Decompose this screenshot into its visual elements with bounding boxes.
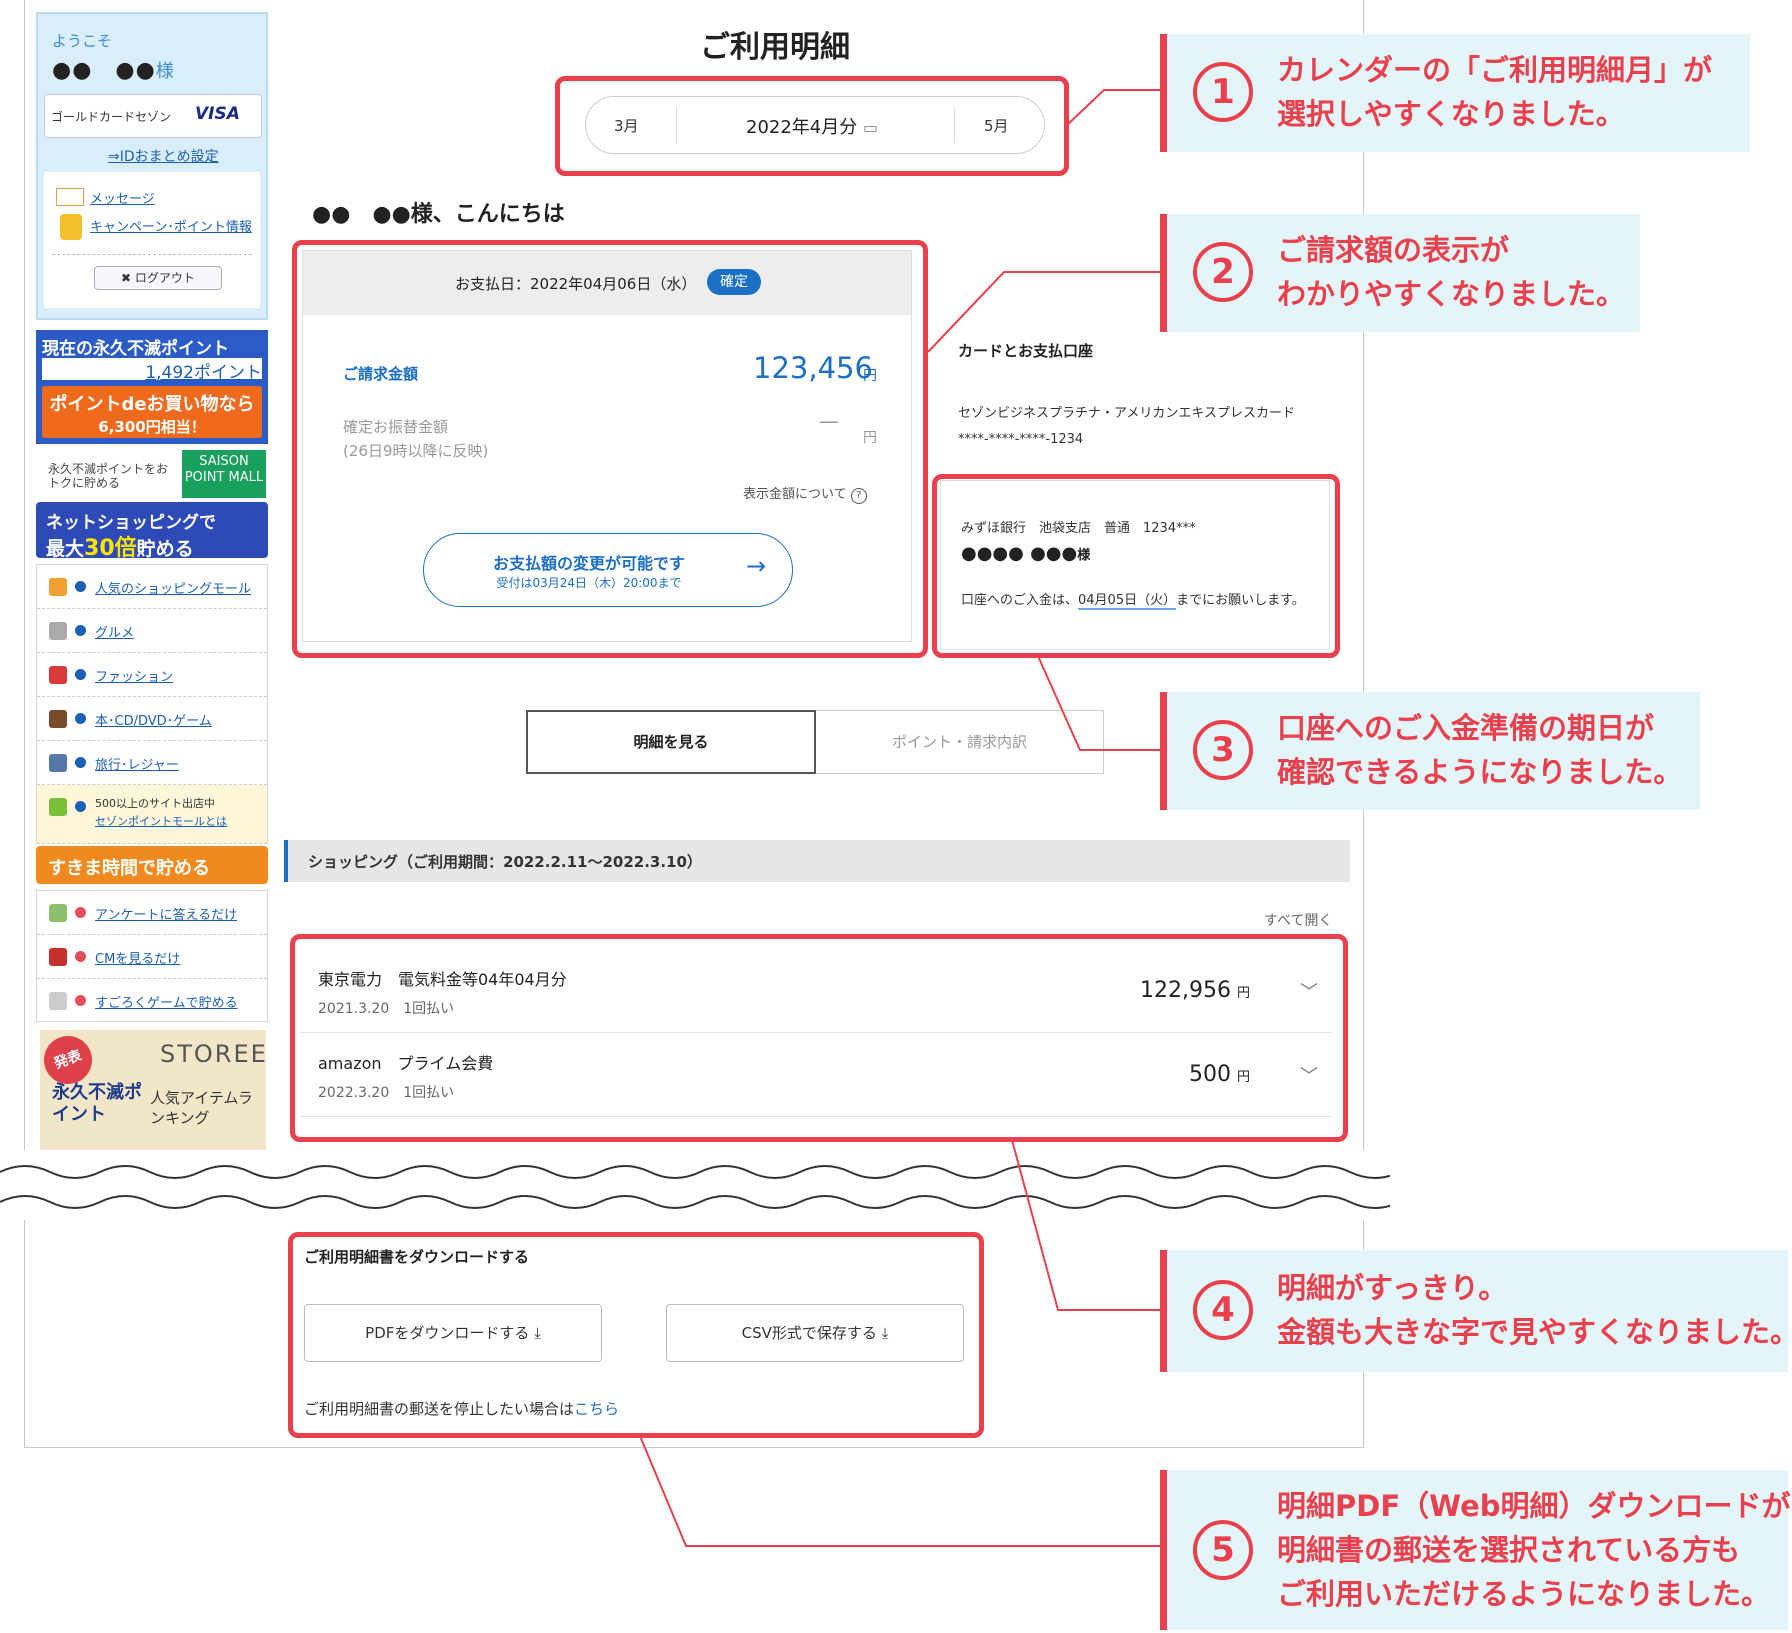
page-break	[0, 1150, 1390, 1220]
sukima-item[interactable]: アンケートに答えるだけ	[37, 891, 267, 935]
airplane-icon	[49, 754, 67, 772]
sukima-banner: すきま時間で貯める	[36, 846, 268, 884]
open-all-link[interactable]: すべて開く	[1264, 910, 1332, 930]
card-number: ****-****-****-1234	[958, 432, 1084, 447]
callout-text: カレンダーの「ご利用明細月」が 選択しやすくなりました。	[1277, 53, 1713, 131]
card-selector[interactable]: ゴールドカードセゾン VISA	[44, 94, 262, 138]
points-title: 現在の永久不滅ポイント	[42, 339, 229, 359]
envelope-icon	[56, 188, 84, 206]
cutlery-icon	[49, 622, 67, 640]
bullet-icon	[75, 713, 86, 724]
greeting: ●● ●●様、こんにちは	[312, 202, 565, 227]
netshop-line2: 最大30倍貯める	[46, 536, 194, 561]
category-item[interactable]: 本･CD/DVD･ゲーム	[37, 697, 267, 741]
point-shopping-banner[interactable]: ポイントdeお買い物なら 6,300円相当！	[42, 386, 262, 438]
bullet-icon	[75, 995, 86, 1006]
storee-subtitle: 人気アイテムランキング	[150, 1089, 253, 1127]
shopping-section-header: ショッピング（ご利用期間：2022.2.11～2022.3.10）	[284, 840, 1350, 882]
callout-3: 3 口座へのご入金準備の期日が 確認できるようになりました。	[1160, 692, 1700, 810]
welcome-panel: ようこそ ●● ●●様 ゴールドカードセゾン VISA ⇒IDおまとめ設定 メッ…	[36, 12, 268, 320]
category-list: 人気のショッピングモール グルメ ファッション 本･CD/DVD･ゲーム 旅行･…	[36, 564, 268, 844]
account-header: カードとお支払口座	[958, 342, 1094, 360]
cm-tv-icon	[49, 948, 67, 966]
category-item[interactable]: ファッション	[37, 653, 267, 697]
id-settings-link[interactable]: ⇒IDおまとめ設定	[108, 146, 219, 166]
highlight-box-3	[932, 474, 1340, 658]
statement-tabs: 明細を見る ポイント・請求内訳	[526, 710, 1104, 774]
bullet-icon	[75, 757, 86, 768]
bullet-icon	[75, 801, 86, 812]
category-label: ファッション	[95, 670, 174, 685]
callout-number: 4	[1193, 1280, 1253, 1340]
message-box: メッセージ キャンペーン･ポイント情報 ✖ ログアウト	[44, 172, 260, 308]
sukima-label: CMを見るだけ	[95, 952, 181, 967]
shopping-bag-icon	[49, 578, 67, 596]
survey-icon	[49, 904, 67, 922]
bullet-icon	[75, 951, 86, 962]
bullet-icon	[75, 907, 86, 918]
highlight-box-4	[290, 934, 1348, 1142]
dice-icon	[49, 992, 67, 1010]
mall-info-label: 500以上のサイト出店中 セゾンポイントモールとは	[95, 797, 227, 828]
storee-title: 永久不滅ポイント	[52, 1082, 142, 1125]
category-item[interactable]: 旅行･レジャー	[37, 741, 267, 785]
category-label: 人気のショッピングモール	[95, 582, 252, 597]
welcome-text: ようこそ	[52, 32, 113, 50]
coin-icon	[60, 214, 82, 240]
points-value[interactable]: 1,492ポイント	[42, 358, 262, 383]
category-label: 本･CD/DVD･ゲーム	[95, 714, 212, 729]
wave-divider	[0, 1165, 1390, 1209]
highlight-box-5	[288, 1232, 984, 1438]
callout-number: 3	[1193, 720, 1253, 780]
tab-statement[interactable]: 明細を見る	[526, 710, 816, 774]
netshop-banner[interactable]: ネットショッピングで 最大30倍貯める	[36, 502, 268, 561]
category-item[interactable]: 人気のショッピングモール	[37, 565, 267, 609]
callout-text: 口座へのご入金準備の期日が 確認できるようになりました。	[1277, 711, 1683, 789]
callout-text: 明細がすっきり。 金額も大きな字で見やすくなりました。	[1277, 1271, 1792, 1349]
user-name: ●● ●●様	[52, 58, 175, 83]
bullet-icon	[75, 669, 86, 680]
callout-text: 明細PDF（Web明細）ダウンロードが 明細書の郵送を選択されている方も ご利用いた…	[1277, 1489, 1791, 1611]
card-full-name: セゾンビジネスプラチナ・アメリカンエキスプレスカード	[958, 406, 1295, 421]
bullet-icon	[75, 625, 86, 636]
book-icon	[49, 710, 67, 728]
mall-text: 永久不滅ポイントをおトクに貯める	[48, 462, 169, 490]
category-label: グルメ	[95, 626, 135, 641]
callout-number: 5	[1193, 1520, 1253, 1580]
storee-logo: STOREE	[160, 1040, 268, 1068]
divider	[52, 254, 252, 255]
callout-number: 1	[1193, 62, 1253, 122]
campaign-link[interactable]: キャンペーン･ポイント情報	[90, 216, 252, 235]
saison-point-mall-logo: SAISON POINT MALL	[182, 450, 266, 498]
category-item[interactable]: グルメ	[37, 609, 267, 653]
page-title: ご利用明細	[700, 30, 850, 65]
beginner-icon	[49, 798, 67, 816]
points-panel: 現在の永久不滅ポイント 1,492ポイント ポイントdeお買い物なら 6,300…	[36, 330, 268, 444]
highlight-box-2	[292, 240, 928, 658]
callout-text: ご請求額の表示が わかりやすくなりました。	[1277, 233, 1626, 311]
category-label: 旅行･レジャー	[95, 758, 179, 773]
point-mall-banner[interactable]: 永久不滅ポイントをおトクに貯める SAISON POINT MALL	[36, 450, 268, 498]
shirt-icon	[49, 666, 67, 684]
message-link[interactable]: メッセージ	[90, 188, 155, 207]
storee-banner[interactable]: 発表 STOREE 永久不滅ポイント 人気アイテムランキング	[37, 1029, 268, 1170]
tab-points[interactable]: ポイント・請求内訳	[816, 710, 1104, 774]
sukima-list: アンケートに答えるだけ CMを見るだけ すごろくゲームで貯める	[36, 890, 268, 1022]
sukima-label: すごろくゲームで貯める	[95, 996, 238, 1011]
callout-4: 4 明細がすっきり。 金額も大きな字で見やすくなりました。	[1160, 1250, 1792, 1372]
sukima-item[interactable]: すごろくゲームで貯める	[37, 979, 267, 1022]
logout-button[interactable]: ✖ ログアウト	[94, 266, 222, 290]
callout-1: 1 カレンダーの「ご利用明細月」が 選択しやすくなりました。	[1160, 34, 1750, 152]
highlight-box-1	[555, 76, 1069, 176]
sukima-item[interactable]: CMを見るだけ	[37, 935, 267, 979]
mall-info-item[interactable]: 500以上のサイト出店中 セゾンポイントモールとは	[37, 785, 267, 844]
sukima-label: アンケートに答えるだけ	[95, 908, 238, 923]
callout-2: 2 ご請求額の表示が わかりやすくなりました。	[1160, 214, 1640, 332]
card-name: ゴールドカードセゾン	[51, 110, 172, 124]
callout-5: 5 明細PDF（Web明細）ダウンロードが 明細書の郵送を選択されている方も ご利用…	[1160, 1470, 1791, 1630]
callout-number: 2	[1193, 242, 1253, 302]
visa-logo-icon: VISA	[195, 104, 240, 124]
bullet-icon	[75, 581, 86, 592]
